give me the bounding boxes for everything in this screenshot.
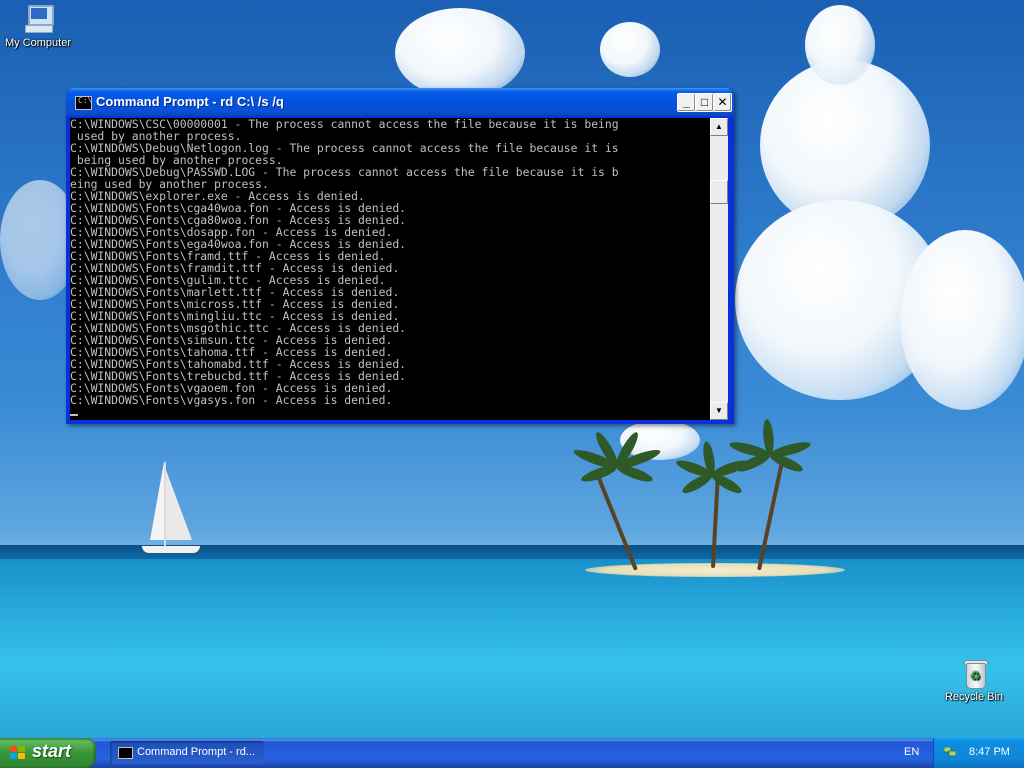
network-icon[interactable] xyxy=(944,747,956,757)
taskbar: start Command Prompt - rd... EN 8:47 PM xyxy=(0,738,1024,768)
windows-flag-icon xyxy=(10,746,26,760)
language-indicator[interactable]: EN xyxy=(904,746,919,758)
minimize-button[interactable]: _ xyxy=(677,93,696,112)
taskbar-button-label: Command Prompt - rd... xyxy=(137,746,255,758)
start-button[interactable]: start xyxy=(0,738,96,768)
vertical-scrollbar[interactable]: ▲ ▼ xyxy=(710,118,728,420)
taskbar-button-command-prompt[interactable]: Command Prompt - rd... xyxy=(110,741,264,764)
clock[interactable]: 8:47 PM xyxy=(969,746,1010,758)
cloud xyxy=(805,5,875,85)
scroll-down-arrow-icon[interactable]: ▼ xyxy=(710,402,728,420)
recycle-bin-label: Recycle Bin xyxy=(944,691,1004,703)
recycle-bin-icon: ♻ xyxy=(958,657,990,689)
my-computer-label: My Computer xyxy=(4,37,72,49)
computer-icon xyxy=(22,3,54,35)
cloud xyxy=(395,8,525,98)
scroll-thumb[interactable] xyxy=(710,180,728,204)
console-line: C:\WINDOWS\Fonts\vgasys.fon - Access is … xyxy=(70,393,393,407)
window-titlebar[interactable]: C:\ Command Prompt - rd C:\ /s /q _ □ ✕ xyxy=(66,88,734,116)
cloud xyxy=(600,22,660,77)
sea xyxy=(0,559,1024,738)
command-prompt-window[interactable]: C:\ Command Prompt - rd C:\ /s /q _ □ ✕ … xyxy=(66,88,734,424)
console-cursor xyxy=(70,406,710,418)
console-output[interactable]: C:\WINDOWS\CSC\00000001 - The process ca… xyxy=(70,118,710,420)
scroll-up-arrow-icon[interactable]: ▲ xyxy=(710,118,728,136)
recycle-bin-desktop-icon[interactable]: ♻ Recycle Bin xyxy=(934,657,1014,703)
start-label: start xyxy=(32,741,72,761)
my-computer-desktop-icon[interactable]: My Computer xyxy=(0,3,78,49)
system-tray: 8:47 PM xyxy=(933,738,1024,768)
console-icon xyxy=(118,747,133,759)
window-title: Command Prompt - rd C:\ /s /q xyxy=(96,94,284,109)
console-icon[interactable]: C:\ xyxy=(75,96,92,110)
close-button[interactable]: ✕ xyxy=(713,93,732,112)
maximize-button[interactable]: □ xyxy=(695,93,714,112)
cloud xyxy=(900,230,1024,410)
